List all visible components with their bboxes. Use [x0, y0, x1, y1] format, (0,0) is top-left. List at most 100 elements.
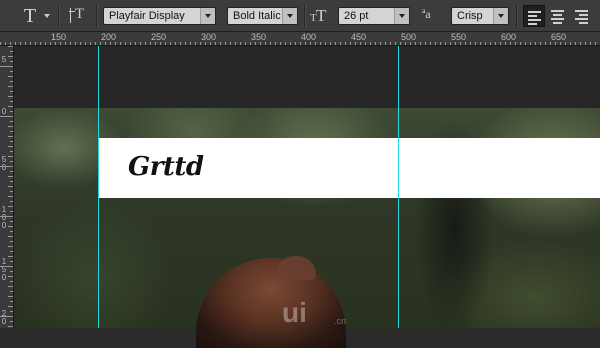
ruler-tick: [210, 42, 211, 45]
ruler-tick: [505, 42, 506, 45]
align-right-icon: [575, 10, 588, 12]
align-center-icon: [553, 22, 562, 24]
horizontal-ruler[interactable]: 150 200 250 300 350 400 450 500 550 600 …: [0, 32, 600, 46]
align-center-button[interactable]: [547, 5, 569, 27]
align-left-icon: [528, 11, 541, 13]
font-family-dropdown[interactable]: Playfair Display: [103, 7, 216, 25]
ruler-tick: [480, 42, 481, 45]
ruler-tick: [0, 316, 13, 317]
ruler-tick: [225, 42, 226, 45]
headline-text-layer[interactable]: Grttd: [128, 150, 204, 184]
ruler-tick: [35, 42, 36, 45]
ruler-tick: [8, 326, 13, 327]
ruler-tick: [10, 111, 13, 112]
ruler-tick: [0, 266, 13, 267]
ruler-tick: [560, 42, 561, 45]
tool-preset-chevron-down-icon[interactable]: [44, 14, 50, 18]
ruler-tick: [10, 191, 13, 192]
ruler-tick: [345, 42, 346, 45]
type-tool-icon[interactable]: T: [16, 4, 44, 28]
ruler-tick: [10, 271, 13, 272]
ruler-tick: [85, 42, 86, 45]
ruler-tick: [0, 42, 1, 45]
ruler-tick: [585, 42, 586, 45]
ruler-tick: [285, 42, 286, 45]
ruler-tick: [8, 186, 13, 187]
ruler-tick: [10, 81, 13, 82]
ruler-tick: [45, 42, 46, 45]
ruler-tick: [575, 42, 576, 45]
font-size-value: 26 pt: [344, 10, 369, 22]
ruler-tick: [8, 146, 13, 147]
ruler-tick: [250, 42, 251, 45]
ruler-label: 500: [401, 32, 417, 42]
font-size-glyph-large: T: [316, 6, 327, 25]
ruler-label: 400: [301, 32, 317, 42]
ruler-tick: [140, 42, 141, 45]
ruler-tick: [8, 106, 13, 107]
ruler-tick: [490, 42, 491, 45]
ruler-tick: [8, 196, 13, 197]
ruler-label: 150: [51, 32, 67, 42]
ruler-tick: [550, 42, 551, 45]
separator: [516, 5, 518, 27]
ruler-tick: [450, 42, 451, 45]
vertical-ruler[interactable]: 5 0 50 100 150 20: [0, 46, 14, 328]
ruler-tick: [405, 42, 406, 45]
font-size-dropdown[interactable]: 26 pt: [338, 7, 410, 25]
ruler-tick: [155, 42, 156, 45]
canvas-pasteboard[interactable]: Grttd ui .cn: [14, 46, 600, 348]
watermark-logo: ui: [282, 297, 307, 328]
align-left-icon: [528, 15, 537, 17]
ruler-tick: [50, 42, 51, 45]
orientation-glyph: T: [75, 6, 85, 22]
ruler-tick: [8, 296, 13, 297]
ruler-tick: [10, 281, 13, 282]
ruler-tick: [515, 42, 516, 45]
ruler-tick: [25, 42, 26, 45]
ruler-tick: [10, 181, 13, 182]
ruler-tick: [8, 176, 13, 177]
ruler-tick: [90, 42, 91, 45]
ruler-label: 200: [101, 32, 117, 42]
ruler-tick: [100, 42, 101, 45]
ruler-tick: [75, 42, 76, 45]
ruler-tick: [245, 42, 246, 45]
ruler-tick: [475, 42, 476, 45]
ruler-tick: [495, 42, 496, 45]
ruler-tick: [435, 42, 436, 45]
ruler-tick: [105, 42, 106, 45]
ruler-tick: [8, 46, 13, 47]
ruler-tick: [350, 42, 351, 45]
ruler-tick: [555, 42, 556, 45]
ruler-tick: [460, 42, 461, 45]
ruler-tick: [390, 42, 391, 45]
toggle-orientation-icon[interactable]: T: [68, 5, 90, 27]
ruler-tick: [8, 86, 13, 87]
ruler-tick: [580, 42, 581, 45]
align-left-button[interactable]: [523, 5, 545, 27]
ruler-tick: [530, 42, 531, 45]
vruler-label: 20: [1, 309, 7, 326]
ruler-tick: [8, 286, 13, 287]
ruler-tick: [10, 61, 13, 62]
ruler-tick: [290, 42, 291, 45]
ruler-tick: [135, 42, 136, 45]
vertical-guide-left[interactable]: [98, 46, 99, 328]
ruler-tick: [385, 42, 386, 45]
ruler-tick: [295, 42, 296, 45]
ruler-tick: [10, 42, 11, 45]
ruler-tick: [205, 42, 206, 45]
ruler-tick: [185, 42, 186, 45]
anti-alias-dropdown[interactable]: Crisp: [451, 7, 509, 25]
ruler-tick: [230, 42, 231, 45]
ruler-tick: [8, 126, 13, 127]
align-right-button[interactable]: [571, 5, 593, 27]
ruler-tick: [10, 321, 13, 322]
ruler-tick: [10, 151, 13, 152]
font-style-dropdown[interactable]: Bold Italic: [227, 7, 298, 25]
vertical-guide-right[interactable]: [398, 46, 399, 328]
ruler-tick: [570, 42, 571, 45]
vruler-label: 150: [1, 257, 7, 282]
watermark-suffix: .cn: [334, 316, 347, 326]
